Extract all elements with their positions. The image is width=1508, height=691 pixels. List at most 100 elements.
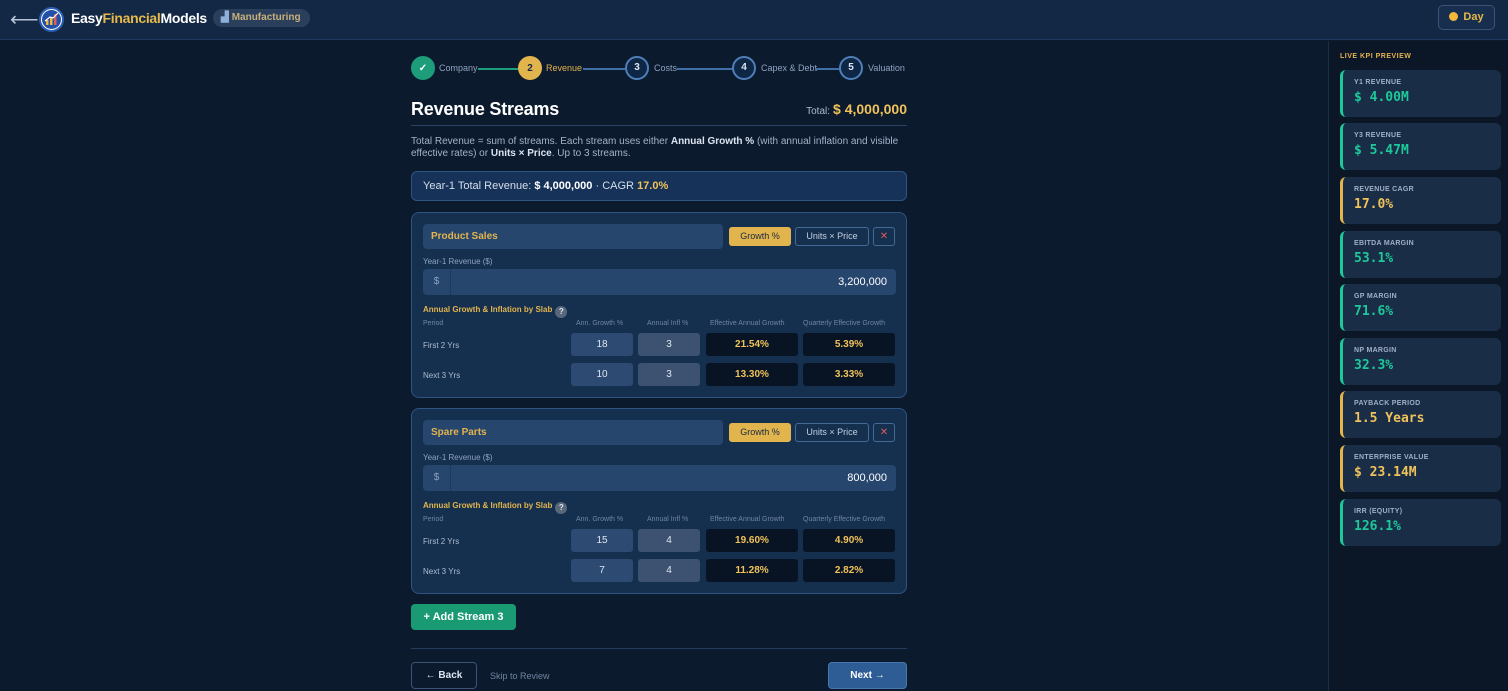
growth-input[interactable]: 18 — [571, 333, 633, 356]
effective-annual-growth: 13.30% — [706, 363, 798, 386]
kpi-card: EBITDA MARGIN 53.1% — [1340, 231, 1501, 278]
currency-prefix: $ — [423, 269, 451, 295]
step-5-circle[interactable]: 5 — [839, 56, 863, 80]
back-button[interactable]: ← Back — [411, 662, 477, 689]
kpi-heading: LIVE KPI PREVIEW — [1340, 53, 1412, 60]
kpi-label: REVENUE CAGR — [1354, 186, 1414, 193]
effective-annual-growth: 21.54% — [706, 333, 798, 356]
growth-input[interactable]: 10 — [571, 363, 633, 386]
currency-prefix: $ — [423, 465, 451, 491]
kpi-value: 32.3% — [1354, 358, 1394, 373]
page-title: Revenue Streams — [411, 99, 560, 119]
inflation-input[interactable]: 4 — [638, 529, 700, 552]
brand-name[interactable]: EasyFinancialModels — [71, 10, 207, 26]
sun-icon — [1449, 12, 1459, 21]
remove-stream-button[interactable]: ✕ — [873, 423, 895, 442]
top-header: ⟵ EasyFinancialModels ▟ Manufacturing Day — [0, 0, 1508, 40]
kpi-card: GP MARGIN 71.6% — [1340, 284, 1501, 331]
kpi-value: 1.5 Years — [1354, 411, 1425, 426]
column-header: Annual Infl % — [647, 320, 689, 327]
logo-icon[interactable] — [39, 7, 64, 32]
growth-input[interactable]: 7 — [571, 559, 633, 582]
step-connector — [815, 68, 839, 70]
column-header: Quarterly Effective Growth — [803, 516, 885, 523]
wizard-stepper: ✓ Company 2 Revenue 3 Costs 4 Capex & De… — [411, 56, 907, 82]
industry-badge: ▟ Manufacturing — [213, 9, 310, 27]
step-3-label[interactable]: Costs — [654, 63, 677, 73]
kpi-label: NP MARGIN — [1354, 347, 1397, 354]
inflation-input[interactable]: 3 — [638, 363, 700, 386]
kpi-card: NP MARGIN 32.3% — [1340, 338, 1501, 385]
column-header: Ann. Growth % — [576, 516, 624, 523]
column-header: Annual Infl % — [647, 516, 689, 523]
revenue-stream-card: Product Sales Growth % Units × Price ✕ Y… — [411, 212, 907, 398]
growth-mode-button[interactable]: Growth % — [729, 227, 791, 246]
column-header: Quarterly Effective Growth — [803, 320, 885, 327]
kpi-label: PAYBACK PERIOD — [1354, 400, 1421, 407]
column-header: Ann. Growth % — [576, 320, 624, 327]
revenue-input[interactable]: $ 3,200,000 — [423, 269, 896, 295]
step-1-circle[interactable]: ✓ — [411, 56, 435, 80]
next-button[interactable]: Next → — [828, 662, 907, 689]
kpi-label: Y3 REVENUE — [1354, 132, 1402, 139]
skip-to-review-link[interactable]: Skip to Review — [490, 671, 550, 681]
kpi-label: Y1 REVENUE — [1354, 79, 1402, 86]
inflation-input[interactable]: 3 — [638, 333, 700, 356]
step-2-circle[interactable]: 2 — [518, 56, 542, 80]
growth-mode-button[interactable]: Growth % — [729, 423, 791, 442]
divider — [411, 125, 907, 126]
effective-annual-growth: 19.60% — [706, 529, 798, 552]
step-1-label[interactable]: Company — [439, 63, 478, 73]
kpi-value: $ 4.00M — [1354, 90, 1409, 105]
column-header: Period — [423, 320, 444, 327]
kpi-label: IRR (EQUITY) — [1354, 508, 1403, 515]
kpi-card: Y3 REVENUE $ 5.47M — [1340, 123, 1501, 170]
kpi-card: Y1 REVENUE $ 4.00M — [1340, 70, 1501, 117]
revenue-summary: Year-1 Total Revenue: $ 4,000,000 · CAGR… — [411, 171, 907, 201]
column-header: Effective Annual Growth — [710, 516, 785, 523]
stream-name-input[interactable]: Product Sales — [423, 224, 723, 249]
quarterly-effective-growth: 5.39% — [803, 333, 895, 356]
units-price-mode-button[interactable]: Units × Price — [795, 227, 869, 246]
add-stream-button[interactable]: + Add Stream 3 — [411, 604, 516, 630]
revenue-stream-card: Spare Parts Growth % Units × Price ✕ Yea… — [411, 408, 907, 594]
kpi-value: 53.1% — [1354, 251, 1394, 266]
inflation-input[interactable]: 4 — [638, 559, 700, 582]
period-label: Next 3 Yrs — [423, 567, 461, 576]
step-5-label[interactable]: Valuation — [868, 63, 905, 73]
kpi-value: 17.0% — [1354, 197, 1394, 212]
remove-stream-button[interactable]: ✕ — [873, 227, 895, 246]
revenue-label: Year-1 Revenue ($) — [423, 257, 493, 266]
kpi-label: GP MARGIN — [1354, 293, 1398, 300]
step-3-circle[interactable]: 3 — [625, 56, 649, 80]
revenue-input[interactable]: $ 800,000 — [423, 465, 896, 491]
units-price-mode-button[interactable]: Units × Price — [795, 423, 869, 442]
kpi-value: $ 5.47M — [1354, 143, 1409, 158]
step-2-label[interactable]: Revenue — [546, 63, 582, 73]
help-icon[interactable]: ? — [555, 306, 568, 318]
effective-annual-growth: 11.28% — [706, 559, 798, 582]
kpi-card: ENTERPRISE VALUE $ 23.14M — [1340, 445, 1501, 492]
back-arrow-icon[interactable]: ⟵ — [10, 7, 39, 32]
slab-title: Annual Growth & Inflation by Slab? — [423, 501, 568, 514]
close-icon: ✕ — [879, 427, 889, 438]
kpi-card: PAYBACK PERIOD 1.5 Years — [1340, 391, 1501, 438]
step-4-label[interactable]: Capex & Debt — [761, 63, 817, 73]
theme-toggle-button[interactable]: Day — [1438, 5, 1495, 30]
close-icon: ✕ — [879, 231, 889, 242]
period-label: Next 3 Yrs — [423, 371, 461, 380]
growth-input[interactable]: 15 — [571, 529, 633, 552]
step-4-circle[interactable]: 4 — [732, 56, 756, 80]
slab-title: Annual Growth & Inflation by Slab? — [423, 305, 568, 318]
kpi-value: $ 23.14M — [1354, 465, 1417, 480]
quarterly-effective-growth: 3.33% — [803, 363, 895, 386]
total-revenue: Total: $ 4,000,000 — [806, 101, 907, 117]
help-icon[interactable]: ? — [555, 502, 568, 514]
period-label: First 2 Yrs — [423, 537, 460, 546]
step-connector — [478, 68, 518, 70]
stream-name-input[interactable]: Spare Parts — [423, 420, 723, 445]
revenue-label: Year-1 Revenue ($) — [423, 453, 493, 462]
step-connector — [677, 68, 732, 70]
column-header: Effective Annual Growth — [710, 320, 785, 327]
step-connector — [583, 68, 625, 70]
